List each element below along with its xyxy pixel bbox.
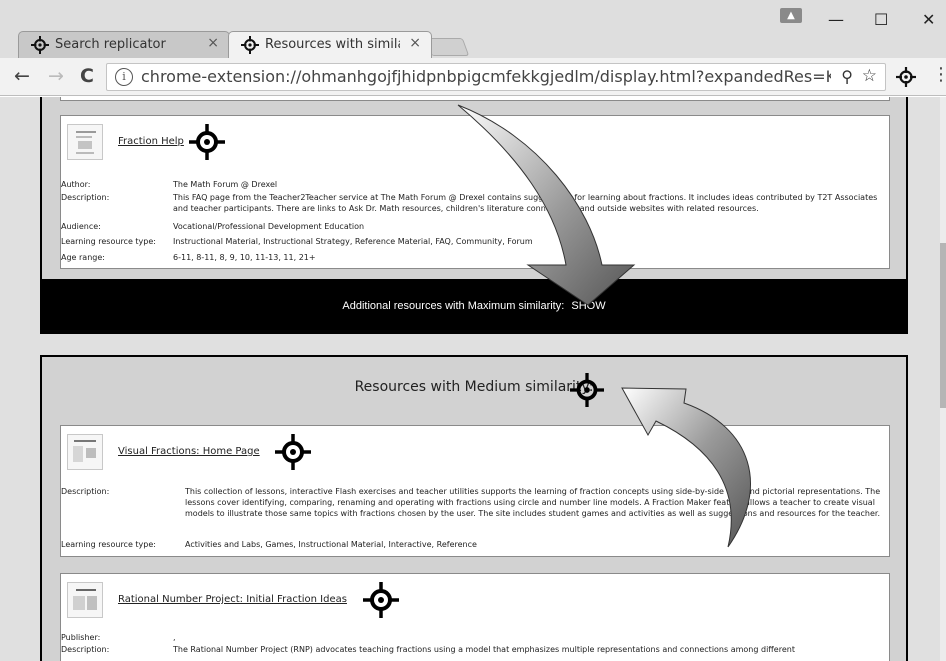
resource-thumbnail[interactable] bbox=[67, 582, 103, 618]
tab-close-icon[interactable]: × bbox=[409, 35, 421, 51]
medium-similarity-panel: Resources with Medium similarity: Visual… bbox=[40, 355, 908, 661]
field-label: Audience: bbox=[61, 222, 101, 231]
crosshair-icon bbox=[241, 36, 259, 54]
field-label: Age range: bbox=[61, 253, 105, 262]
field-label: Learning resource type: bbox=[61, 540, 156, 549]
field-value: This FAQ page from the Teacher2Teacher s… bbox=[173, 193, 878, 213]
field-label: Description: bbox=[61, 193, 110, 202]
forward-button[interactable]: → bbox=[48, 65, 64, 87]
reload-button[interactable]: C bbox=[80, 65, 94, 87]
vertical-scrollbar[interactable] bbox=[940, 97, 946, 661]
tab-resources-similar[interactable]: Resources with similar le × bbox=[228, 31, 432, 58]
resource-title-link[interactable]: Fraction Help bbox=[118, 136, 184, 147]
minimize-button[interactable]: — bbox=[828, 12, 844, 28]
field-value: 6-11, 8-11, 8, 9, 10, 11-13, 11, 21+ bbox=[173, 253, 316, 262]
tab-search-replicator[interactable]: Search replicator × bbox=[18, 31, 230, 58]
field-value: Instructional Material, Instructional St… bbox=[173, 237, 533, 246]
field-label: Author: bbox=[61, 180, 91, 189]
field-value: Activities and Labs, Games, Instructiona… bbox=[185, 540, 477, 549]
person-icon[interactable]: ▲ bbox=[780, 8, 802, 23]
field-value: Vocational/Professional Development Educ… bbox=[173, 222, 365, 231]
extension-crosshair-icon[interactable] bbox=[896, 67, 916, 87]
close-window-button[interactable]: ✕ bbox=[922, 12, 935, 28]
resource-thumbnail[interactable] bbox=[67, 124, 103, 160]
tab-title: Resources with similar le bbox=[265, 37, 400, 52]
scrollbar-thumb[interactable] bbox=[940, 243, 946, 408]
url-text[interactable]: chrome-extension://ohmanhgojfjhidpnbpigc… bbox=[141, 67, 831, 86]
field-value: The Rational Number Project (RNP) advoca… bbox=[173, 645, 795, 654]
previous-card-fragment bbox=[60, 97, 890, 101]
resource-card: Rational Number Project: Initial Fractio… bbox=[60, 573, 890, 661]
menu-icon[interactable]: ⋮ bbox=[932, 64, 946, 85]
max-similarity-bar[interactable]: Additional resources with Maximum simila… bbox=[40, 279, 908, 334]
field-label: Learning resource type: bbox=[61, 237, 156, 246]
zoom-icon[interactable]: ⚲ bbox=[841, 67, 853, 86]
tab-strip: Search replicator × Resources with simil… bbox=[0, 0, 946, 58]
resource-title-link[interactable]: Rational Number Project: Initial Fractio… bbox=[118, 594, 347, 605]
crosshair-icon[interactable] bbox=[189, 124, 225, 160]
info-icon[interactable]: i bbox=[115, 68, 133, 86]
field-value: , bbox=[173, 633, 176, 642]
resource-card: Fraction Help Author: The Math Forum @ D… bbox=[60, 115, 890, 269]
page-viewport: Fraction Help Author: The Math Forum @ D… bbox=[0, 97, 946, 661]
max-similarity-label: Additional resources with Maximum simila… bbox=[342, 300, 565, 312]
tab-title: Search replicator bbox=[55, 37, 166, 52]
back-button[interactable]: ← bbox=[14, 65, 30, 87]
crosshair-icon[interactable] bbox=[570, 373, 604, 407]
medium-similarity-heading: Resources with Medium similarity: bbox=[354, 379, 594, 395]
crosshair-icon[interactable] bbox=[275, 434, 311, 470]
resource-card: Visual Fractions: Home Page Description:… bbox=[60, 425, 890, 557]
field-value: The Math Forum @ Drexel bbox=[173, 180, 278, 189]
max-similarity-panel: Fraction Help Author: The Math Forum @ D… bbox=[40, 97, 908, 279]
maximize-button[interactable]: ☐ bbox=[874, 12, 888, 28]
field-label: Publisher: bbox=[61, 633, 101, 642]
crosshair-icon bbox=[31, 36, 49, 54]
resource-thumbnail[interactable] bbox=[67, 434, 103, 470]
field-label: Description: bbox=[61, 645, 110, 654]
bookmark-star-icon[interactable]: ☆ bbox=[862, 66, 877, 86]
crosshair-icon[interactable] bbox=[363, 582, 399, 618]
section-heading: Resources with Medium similarity: bbox=[42, 379, 906, 395]
address-bar[interactable]: i chrome-extension://ohmanhgojfjhidpnbpi… bbox=[106, 63, 886, 91]
resource-title-link[interactable]: Visual Fractions: Home Page bbox=[118, 446, 260, 457]
show-button[interactable]: SHOW bbox=[571, 300, 605, 312]
tab-close-icon[interactable]: × bbox=[207, 35, 219, 51]
field-label: Description: bbox=[61, 487, 110, 496]
field-value: This collection of lessons, interactive … bbox=[185, 487, 881, 518]
browser-toolbar: ← → C i chrome-extension://ohmanhgojfjhi… bbox=[0, 58, 946, 96]
